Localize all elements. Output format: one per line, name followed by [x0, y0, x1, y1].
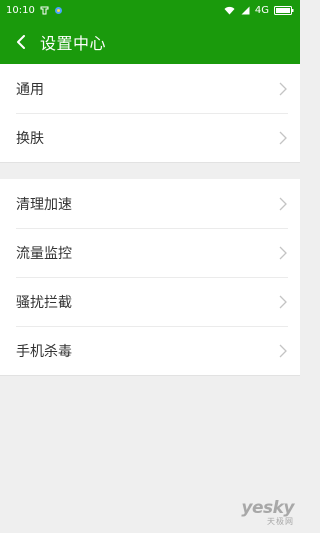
settings-item-label: 手机杀毒 [16, 343, 72, 360]
status-left: 10:10 [6, 5, 63, 16]
settings-item-general[interactable]: 通用 [0, 64, 300, 113]
battery-icon [274, 5, 294, 15]
settings-item-label: 清理加速 [16, 196, 72, 213]
settings-item-label: 流量监控 [16, 245, 72, 262]
wifi-icon [224, 6, 235, 15]
settings-item-cleanup[interactable]: 清理加速 [0, 179, 300, 228]
chevron-right-icon [276, 131, 288, 145]
settings-item-antivirus[interactable]: 手机杀毒 [0, 326, 300, 375]
chevron-right-icon [276, 246, 288, 260]
settings-group-tools: 清理加速 流量监控 骚扰拦截 手机杀毒 [0, 179, 300, 376]
watermark-brand: yesky [241, 498, 294, 518]
settings-item-label: 换肤 [16, 130, 44, 147]
network-type: 4G [254, 4, 269, 16]
chevron-right-icon [276, 295, 288, 309]
settings-item-harassment-block[interactable]: 骚扰拦截 [0, 277, 300, 326]
settings-group-general: 通用 换肤 [0, 64, 300, 163]
status-time: 10:10 [6, 4, 35, 16]
settings-item-label: 通用 [16, 81, 44, 98]
notification-icon [40, 6, 49, 15]
back-button[interactable] [2, 20, 40, 64]
status-right: 4G [224, 5, 294, 16]
page-title: 设置中心 [40, 34, 107, 53]
chevron-right-icon [276, 197, 288, 211]
watermark-logo: yesky 天极网 [241, 498, 294, 527]
status-bar: 10:10 4G [0, 0, 300, 20]
settings-item-skin[interactable]: 换肤 [0, 113, 300, 162]
chevron-right-icon [276, 82, 288, 96]
settings-item-label: 骚扰拦截 [16, 294, 72, 311]
settings-item-traffic-monitor[interactable]: 流量监控 [0, 228, 300, 277]
app-notification-icon [54, 6, 63, 15]
chevron-right-icon [276, 344, 288, 358]
app-bar: 设置中心 [0, 20, 300, 64]
back-arrow-icon [17, 35, 25, 49]
signal-icon [240, 6, 250, 15]
